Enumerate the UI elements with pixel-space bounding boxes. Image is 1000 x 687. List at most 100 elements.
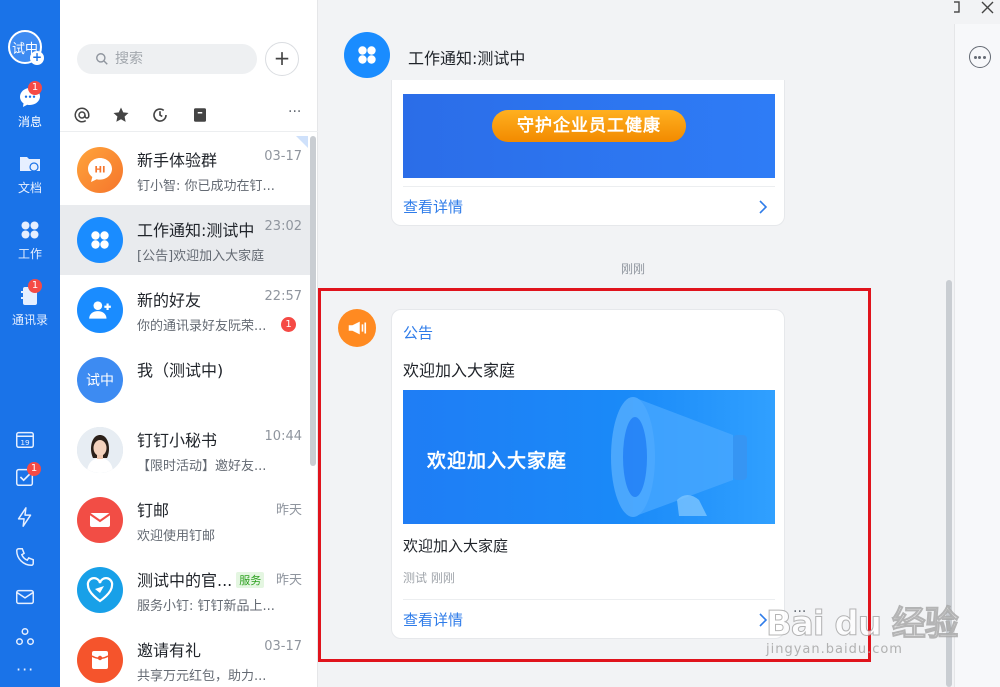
at-icon [74,107,90,123]
person-photo-icon [77,427,123,473]
session-name: 新的好友 [137,291,202,310]
todo-badge: 1 [27,462,41,476]
session-list-scrollbar[interactable] [310,136,316,466]
add-friend-icon [89,301,111,319]
work-notice-avatar [77,217,123,263]
rail-item-work[interactable]: 工作 [0,218,60,270]
workbench-icon [21,221,39,239]
card-divider [403,186,775,187]
star-icon [113,107,129,122]
session-time: 03-17 [264,639,302,654]
messages-badge: 1 [28,81,42,95]
call-button[interactable] [14,546,38,570]
session-time: 昨天 [275,573,302,588]
star-filter[interactable] [112,106,130,124]
calendar-button[interactable]: 19 [14,428,38,452]
rail-item-docs[interactable]: 文档 [0,152,60,204]
rail-item-messages[interactable]: 1 消息 [0,81,60,138]
rail-label: 通讯录 [11,313,48,327]
chevron-right-icon[interactable] [758,200,768,214]
session-name: 我（测试中) [137,361,224,380]
filter-more-button[interactable]: ··· [288,104,301,120]
workbench-icon [91,231,109,249]
session-item[interactable]: 测试中的官... 服务 昨天 服务小钉: 钉钉新品上... [60,555,310,625]
heart-wing-icon [86,577,114,603]
chat-title: 工作通知:测试中 [408,49,526,68]
ding-button[interactable] [14,506,38,530]
watermark-url: jingyan.baidu.com [766,642,903,657]
phone-icon [16,548,34,566]
nodes-icon [16,628,34,646]
health-banner[interactable]: 守护企业员工健康 [403,94,775,178]
close-icon [981,1,994,14]
session-item[interactable]: HI 新手体验群 03-17 钉小智: 你已成功在钉... [60,135,310,205]
session-name: 新手体验群 [137,151,218,170]
apps-button[interactable] [14,626,38,650]
session-list-panel: + ··· [60,0,318,687]
session-time: 昨天 [275,503,302,518]
user-avatar[interactable]: 试中 + [8,30,44,65]
rail-item-contacts[interactable]: 1 通讯录 [0,279,60,336]
more-options-icon[interactable] [969,46,991,68]
mail-icon [89,513,111,527]
session-item[interactable]: 试中 我（测试中) [60,345,310,415]
new-friend-avatar [77,287,123,333]
contacts-badge: 1 [28,279,42,293]
view-details-link[interactable]: 查看详情 [403,196,463,217]
add-button[interactable]: + [265,42,299,76]
group-avatar: HI [77,147,123,193]
session-item[interactable]: 钉邮 昨天 欢迎使用钉邮 [60,485,310,555]
session-preview: [公告]欢迎加入大家庭 [137,249,265,264]
unread-badge: 1 [281,317,296,332]
left-rail: 试中 + 1 消息 文档 工作 1 通讯录 19 1 ··· [0,0,60,687]
session-item-active[interactable]: 工作通知:测试中 23:02 [公告]欢迎加入大家庭 [60,205,310,275]
search-icon [96,53,108,65]
todo-button[interactable]: 1 [14,462,41,490]
self-avatar-text: 试中 [86,373,114,389]
session-time: 10:44 [264,429,302,444]
folder-icon [20,157,40,172]
session-preview: 钉小智: 你已成功在钉... [137,179,275,194]
add-status-icon[interactable]: + [30,51,44,65]
rail-label: 消息 [17,115,42,129]
chat-area: 工作通知:测试中 守护企业员工健康 查看详情 刚刚 公告 欢迎加入大家庭 欢迎加… [318,0,954,687]
close-button[interactable] [980,0,1000,14]
official-account-avatar [77,567,123,613]
hi-bubble-icon: HI [88,158,112,182]
archive-filter[interactable] [191,106,209,124]
clock-icon [153,108,167,122]
rail-label: 文档 [17,181,42,195]
session-item[interactable]: 新的好友 22:57 你的通讯录好友阮荣... 1 [60,275,310,345]
session-time: 22:57 [264,289,302,304]
health-banner-pill: 守护企业员工健康 [492,110,686,142]
search-input[interactable] [115,51,245,67]
mail-button[interactable] [14,586,38,610]
chat-avatar[interactable] [344,32,390,78]
session-preview: 你的通讯录好友阮荣... [137,319,267,334]
invite-avatar [77,637,123,683]
lightning-icon [17,507,32,527]
message-card: 守护企业员工健康 查看详情 [391,80,785,226]
red-packet-icon [91,651,109,669]
message-timestamp: 刚刚 [620,262,645,276]
session-name-text: 测试中的官... [137,571,233,590]
session-name: 工作通知:测试中 [137,221,255,240]
session-time: 03-17 [264,149,302,164]
service-tag: 服务 [236,572,265,588]
recent-filter[interactable] [151,106,169,124]
archive-icon [194,108,206,122]
session-name: 邀请有礼 [137,641,202,660]
at-filter[interactable] [73,106,91,124]
filter-bar: ··· [60,98,318,132]
session-item[interactable]: 邀请有礼 03-17 共享万元红包，助力... [60,625,310,687]
workbench-icon [358,46,376,64]
mail-icon [16,589,34,605]
session-preview: 服务小钉: 钉钉新品上... [137,599,275,614]
svg-text:19: 19 [20,438,30,447]
right-sidebar [954,24,1000,687]
rail-more-button[interactable]: ··· [16,660,34,679]
session-item[interactable]: 钉钉小秘书 10:44 【限时活动】邀好友... [60,415,310,485]
session-preview: 共享万元红包，助力... [137,669,267,684]
svg-text:HI: HI [95,166,106,176]
search-box[interactable] [77,44,257,74]
